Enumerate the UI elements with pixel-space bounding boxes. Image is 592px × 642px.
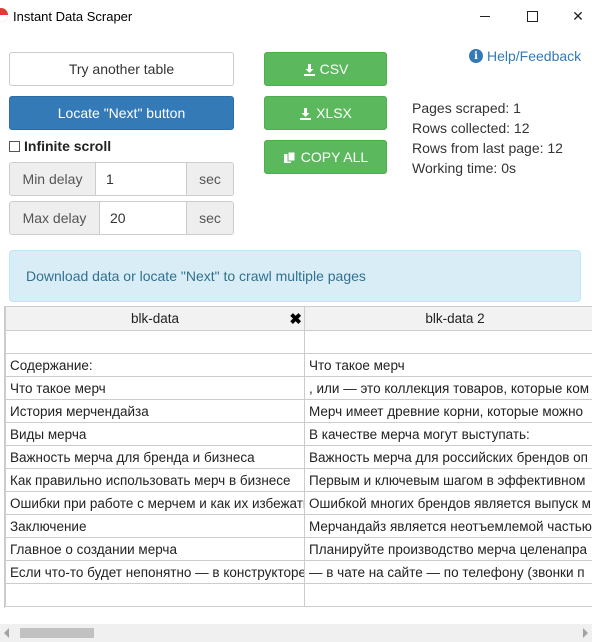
table-cell: Важность мерча для российских брендов оп [304, 445, 592, 469]
table-cell [5, 330, 305, 354]
table-cell: Главное о создании мерча [5, 537, 305, 561]
xlsx-label: XLSX [316, 105, 352, 121]
column-header[interactable]: blk-data 2 ✖ [304, 306, 592, 331]
csv-label: CSV [319, 61, 349, 77]
max-delay-input[interactable]: 20 [99, 202, 187, 234]
column-header[interactable]: blk-data ✖ [5, 306, 305, 331]
max-delay-unit: sec [187, 202, 233, 234]
try-another-table-button[interactable]: Try another table [9, 52, 234, 86]
data-table: blk-data ✖ blk-data 2 ✖ Содержание:Что т… [5, 306, 592, 607]
table-cell [304, 583, 592, 607]
download-icon [300, 107, 312, 120]
max-delay-group: Max delay 20 sec [9, 201, 234, 235]
max-delay-label: Max delay [10, 202, 99, 234]
help-feedback-label: Help/Feedback [487, 48, 582, 64]
minimize-button[interactable] [462, 0, 508, 33]
table-row: Содержание: Что такое мерч [5, 353, 592, 377]
table-row: История мерчендайза Мерч имеет древние ко… [5, 399, 592, 423]
rows-collected: Rows collected: 12 [412, 120, 530, 136]
column-header-label: blk-data [130, 311, 180, 326]
table-cell: История мерчендайза [5, 399, 305, 423]
table-cell: Виды мерча [5, 422, 305, 446]
copy-all-label: COPY ALL [300, 149, 369, 165]
scrape-stats: Pages scraped: 1 Rows collected: 12 Rows… [412, 98, 563, 178]
infinite-scroll-row: Infinite scroll [9, 138, 111, 154]
table-cell: Как правильно использовать мерч в бизнес… [5, 468, 305, 492]
download-icon [303, 63, 315, 76]
table-row: Что такое мерч, или — это коллекция това… [5, 376, 592, 400]
copy-icon [283, 151, 296, 163]
min-delay-unit: sec [187, 163, 233, 195]
table-cell: Содержание: [5, 353, 305, 377]
table-cell [5, 583, 305, 607]
csv-button[interactable]: CSV [264, 52, 387, 86]
minimize-icon [480, 16, 490, 17]
title-bar: Instant Data Scraper ✕ [0, 0, 592, 33]
table-row: Ошибки при работе с мерчем и как их избе… [5, 491, 592, 515]
table-cell: Ошибкой многих брендов является выпуск м [304, 491, 592, 515]
maximize-icon [526, 11, 538, 22]
column-header-label: blk-data 2 [425, 311, 485, 326]
table-cell: Планируйте производство мерча целенапра [304, 537, 592, 561]
scrollbar-thumb[interactable] [20, 628, 94, 638]
table-cell: , или — это коллекция товаров, которые к… [304, 376, 592, 400]
close-icon: ✕ [572, 8, 584, 24]
info-icon: i [469, 49, 483, 63]
alert-text: Download data or locate "Next" to crawl … [26, 268, 366, 284]
table-cell: — в чате на сайте — по телефону (звонки … [304, 560, 592, 584]
rows-from-last-page: Rows from last page: 12 [412, 140, 563, 156]
remove-column-icon[interactable]: ✖ [289, 310, 302, 328]
table-cell [304, 330, 592, 354]
table-cell: Что такое мерч [304, 353, 592, 377]
window-title: Instant Data Scraper [13, 9, 133, 24]
horizontal-scrollbar[interactable] [0, 624, 592, 642]
app-logo-icon [0, 8, 8, 22]
table-row: Виды мерча В качестве мерча могут выступа… [5, 422, 592, 446]
working-time: Working time: 0s [412, 160, 516, 176]
maximize-button[interactable] [509, 0, 555, 33]
scroll-right-icon[interactable] [583, 628, 588, 638]
table-row: Если что-то будет непонятно — в конструк… [5, 560, 592, 584]
info-alert: Download data or locate "Next" to crawl … [9, 250, 581, 302]
table-cell: Мерчандайз является неотъемлемой частью [304, 514, 592, 538]
min-delay-input[interactable]: 1 [95, 163, 187, 195]
xlsx-button[interactable]: XLSX [264, 96, 387, 130]
data-table-container: blk-data ✖ blk-data 2 ✖ Содержание:Что т… [4, 306, 592, 608]
table-row: Главное о создании мерча Планируйте произ… [5, 537, 592, 561]
copy-all-button[interactable]: COPY ALL [264, 140, 387, 174]
table-row [5, 330, 592, 354]
pages-scraped: Pages scraped: 1 [412, 100, 521, 116]
table-row: Заключение Мерчандайз является неотъемлем… [5, 514, 592, 538]
table-cell: Важность мерча для бренда и бизнеса [5, 445, 305, 469]
table-row [5, 583, 592, 607]
help-feedback-link[interactable]: i Help/Feedback [469, 48, 581, 64]
min-delay-label: Min delay [10, 163, 95, 195]
table-cell: Мерч имеет древние корни, которые можно [304, 399, 592, 423]
table-cell: Первым и ключевым шагом в эффективном [304, 468, 592, 492]
locate-next-button[interactable]: Locate "Next" button [9, 96, 234, 130]
table-header-row: blk-data ✖ blk-data 2 ✖ [5, 306, 592, 331]
close-button[interactable]: ✕ [555, 0, 592, 33]
scroll-left-icon[interactable] [4, 628, 9, 638]
table-cell: Заключение [5, 514, 305, 538]
infinite-scroll-checkbox[interactable] [9, 140, 20, 152]
table-cell: Что такое мерч [5, 376, 305, 400]
table-cell: Если что-то будет непонятно — в конструк… [5, 560, 305, 584]
infinite-scroll-label[interactable]: Infinite scroll [24, 138, 111, 154]
table-row: Важность мерча для бренда и бизнеса Важно… [5, 445, 592, 469]
table-cell: В качестве мерча могут выступать: [304, 422, 592, 446]
min-delay-group: Min delay 1 sec [9, 162, 234, 196]
table-row: Как правильно использовать мерч в бизнес… [5, 468, 592, 492]
table-cell: Ошибки при работе с мерчем и как их избе… [5, 491, 305, 515]
